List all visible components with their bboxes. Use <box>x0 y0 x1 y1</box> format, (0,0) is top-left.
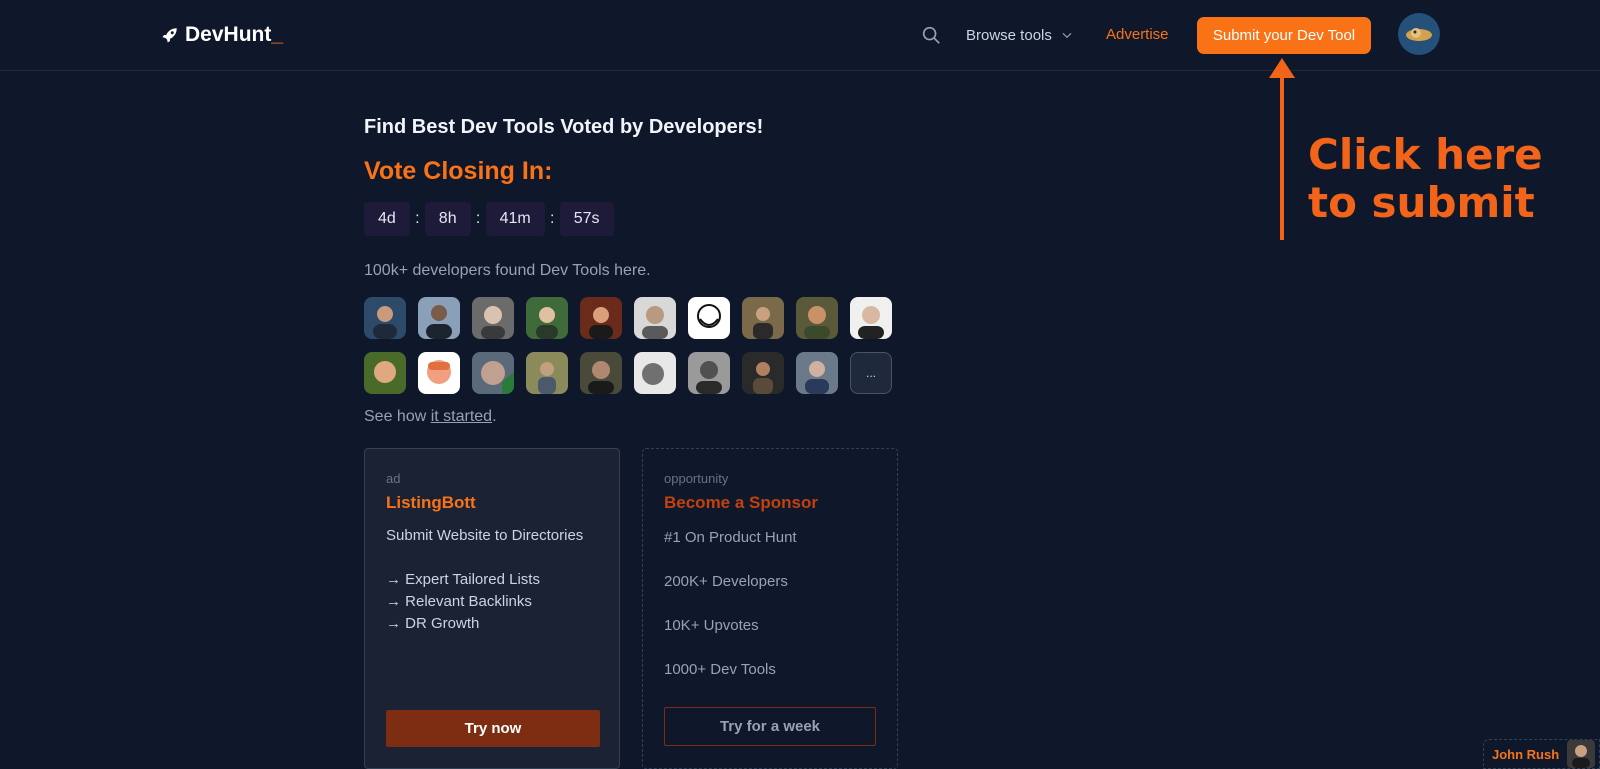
developer-avatar-grid: ... <box>364 297 904 407</box>
logo-text: DevHunt_ <box>185 23 284 46</box>
browse-tools-label: Browse tools <box>966 26 1052 44</box>
ad-feature-item: → DR Growth <box>386 615 480 632</box>
annotation-line-2: to submit <box>1308 178 1535 227</box>
countdown-separator: : <box>549 210 555 227</box>
developer-avatar[interactable] <box>688 297 730 339</box>
ad-card[interactable]: ad ListingBott Submit Website to Directo… <box>364 448 620 769</box>
ad-title[interactable]: ListingBott <box>386 493 598 513</box>
sponsor-title[interactable]: Become a Sponsor <box>664 493 876 513</box>
developer-avatar[interactable] <box>742 352 784 394</box>
developer-avatar[interactable] <box>850 297 892 339</box>
ad-feature-item: → Relevant Backlinks <box>386 593 532 610</box>
sponsor-stat: 1000+ Dev Tools <box>664 661 776 678</box>
ad-feature-list: → Expert Tailored Lists → Relevant Backl… <box>386 569 598 635</box>
countdown-timer: 4d : 8h : 41m : 57s <box>364 202 614 236</box>
chevron-down-icon <box>1062 32 1072 39</box>
developer-avatar[interactable] <box>580 352 622 394</box>
it-started-link[interactable]: it started <box>431 408 492 425</box>
developer-avatar[interactable] <box>580 297 622 339</box>
developer-avatar[interactable] <box>796 297 838 339</box>
sponsor-stat: 10K+ Upvotes <box>664 617 759 634</box>
card-kind-label: opportunity <box>664 471 729 486</box>
countdown-days: 4d <box>364 202 410 236</box>
developer-avatar[interactable] <box>472 297 514 339</box>
countdown-separator: : <box>415 210 420 227</box>
author-name: John Rush <box>1492 746 1560 762</box>
ad-feature-item: → Expert Tailored Lists <box>386 571 540 588</box>
countdown-seconds: 57s <box>559 202 614 236</box>
more-developers-button[interactable]: ... <box>850 352 892 394</box>
developer-avatar[interactable] <box>526 297 568 339</box>
developer-avatar[interactable] <box>472 352 514 394</box>
developer-avatar[interactable] <box>418 352 460 394</box>
top-nav: DevHunt_ Browse tools Advertise Submit y… <box>0 0 1600 71</box>
sponsor-stat: #1 On Product Hunt <box>664 529 797 546</box>
try-now-button[interactable]: Try now <box>386 710 600 747</box>
submit-dev-tool-button[interactable]: Submit your Dev Tool <box>1197 17 1371 54</box>
annotation-line-1: Click here <box>1308 130 1543 179</box>
user-avatar[interactable] <box>1398 13 1440 55</box>
developer-avatar[interactable] <box>796 352 838 394</box>
annotation-text: Click here to submit <box>1308 131 1598 227</box>
browse-tools-dropdown[interactable]: Browse tools <box>966 25 1074 45</box>
countdown-hours: 8h <box>424 202 471 236</box>
author-chip[interactable]: John Rush <box>1483 739 1600 769</box>
developer-avatar[interactable] <box>418 297 460 339</box>
developer-count-text: 100k+ developers found Dev Tools here. <box>364 262 651 279</box>
developer-avatar[interactable] <box>526 352 568 394</box>
try-for-a-week-button[interactable]: Try for a week <box>664 707 876 746</box>
developer-avatar[interactable] <box>742 297 784 339</box>
developer-avatar[interactable] <box>364 352 406 394</box>
sponsor-card[interactable]: opportunity Become a Sponsor #1 On Produ… <box>642 448 898 769</box>
avatar-row: ... <box>364 352 904 394</box>
advertise-link[interactable]: Advertise <box>1106 26 1169 43</box>
annotation-arrow-icon <box>1269 58 1295 240</box>
developer-avatar[interactable] <box>688 352 730 394</box>
sponsor-stat: 200K+ Developers <box>664 573 788 590</box>
vote-closing-heading: Vote Closing In: <box>364 157 553 185</box>
rocket-icon <box>162 28 177 43</box>
page-tagline: Find Best Dev Tools Voted by Developers! <box>364 116 764 138</box>
search-icon[interactable] <box>920 24 942 46</box>
author-avatar <box>1567 740 1596 768</box>
devhunt-logo[interactable]: DevHunt_ <box>161 22 283 48</box>
developer-avatar[interactable] <box>634 297 676 339</box>
sponsor-stats-list: #1 On Product Hunt 200K+ Developers 10K+… <box>664 527 876 681</box>
developer-avatar[interactable] <box>364 297 406 339</box>
countdown-separator: : <box>475 210 481 227</box>
card-kind-label: ad <box>386 471 401 486</box>
avatar-row <box>364 297 904 339</box>
developer-avatar[interactable] <box>634 352 676 394</box>
countdown-minutes: 41m <box>485 202 545 236</box>
ad-description: Submit Website to Directories <box>386 527 584 544</box>
see-how-text: See how it started. <box>364 408 497 425</box>
